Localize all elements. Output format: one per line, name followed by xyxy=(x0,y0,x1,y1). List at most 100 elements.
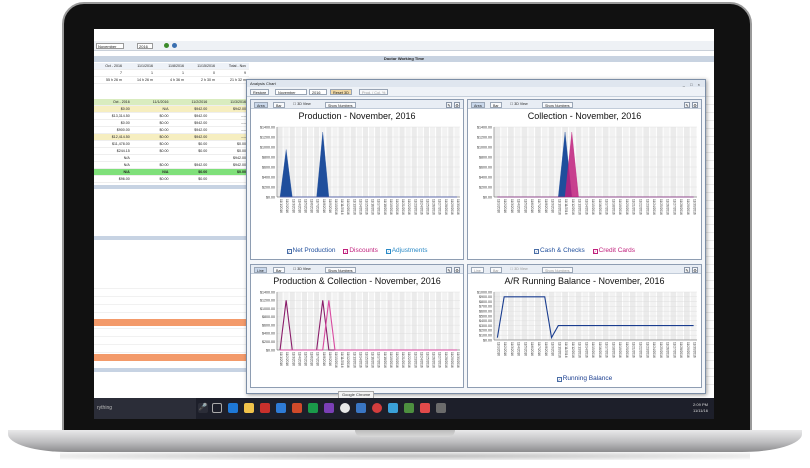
checkbox-icon: ✓ xyxy=(286,249,292,254)
settings-icon[interactable]: ⚙ xyxy=(692,101,698,108)
taskbar-search[interactable]: rything xyxy=(94,398,196,419)
app-icon[interactable] xyxy=(420,403,430,413)
legend-item[interactable]: ✓ Adjustments xyxy=(385,247,427,254)
screen: November 2016 Doctor Working Time Oct - … xyxy=(94,29,714,419)
checkbox-icon: ✓ xyxy=(592,249,598,254)
table-cell: N/A xyxy=(132,106,172,113)
3d-view-checkbox[interactable]: ☐ 3D View xyxy=(293,267,311,272)
y-tick-label: $800.00 xyxy=(262,155,275,159)
x-tick-label: 11/14/2016 xyxy=(584,199,588,215)
year-select[interactable]: 2016 xyxy=(309,89,327,95)
app-icon[interactable] xyxy=(372,403,382,413)
y-tick-label: $400.00 xyxy=(479,319,492,323)
legend-item[interactable]: ✓ Cash & Checks xyxy=(533,247,585,254)
table-row: $900.00 $0.00 $942.00 ---- xyxy=(94,127,249,134)
area-button[interactable]: Area xyxy=(254,101,268,108)
app-icon[interactable] xyxy=(404,403,414,413)
table-cell: ---- xyxy=(210,127,249,134)
microphone-icon[interactable]: 🎤 xyxy=(198,403,208,413)
3d-view-checkbox[interactable]: ☐ 3D View xyxy=(510,267,528,272)
show-numbers-button[interactable]: Show Numbers xyxy=(542,101,573,108)
show-numbers-button[interactable]: Show Numbers xyxy=(542,266,573,273)
bar-button[interactable]: Bar xyxy=(490,266,502,273)
plot-column xyxy=(616,127,623,197)
legend-label: Credit Cards xyxy=(598,247,636,254)
onenote-icon[interactable] xyxy=(324,403,334,413)
plot-column xyxy=(683,127,690,197)
y-tick-label: $1200.00 xyxy=(260,135,275,139)
line-button[interactable]: Line xyxy=(471,266,484,273)
excel-icon[interactable] xyxy=(308,403,318,413)
settings-icon[interactable]: ⚙ xyxy=(454,266,460,273)
powerpoint-icon[interactable] xyxy=(292,403,302,413)
settings-icon[interactable]: ⚙ xyxy=(692,266,698,273)
edit-icon[interactable]: ✎ xyxy=(446,266,452,273)
task-view-icon[interactable] xyxy=(212,403,222,413)
app-icon[interactable] xyxy=(436,403,446,413)
reset-3d-button[interactable]: Reset 3D xyxy=(330,89,352,95)
plot-column xyxy=(602,127,609,197)
3d-view-checkbox[interactable]: ☐ 3D View xyxy=(293,102,311,107)
edge-icon[interactable] xyxy=(228,403,238,413)
background-right-edge xyxy=(706,89,714,389)
legend-item[interactable]: ✓ Running Balance xyxy=(556,375,612,382)
plot-column xyxy=(399,292,405,350)
table-cell: $96.00 xyxy=(94,176,133,183)
checkbox-icon: ✓ xyxy=(533,249,539,254)
y-tick-label: $200.00 xyxy=(479,329,492,333)
table-cell: $942.00 xyxy=(210,162,249,169)
edit-icon[interactable]: ✎ xyxy=(684,266,690,273)
table-cell: 4 h 36 m xyxy=(156,77,187,84)
table-row: $13,314.50 $0.00 $942.00 ---- xyxy=(94,113,249,120)
legend-item[interactable]: ✓ Credit Cards xyxy=(592,247,636,254)
taskbar-clock[interactable]: 2:09 PM 11/11/16 xyxy=(693,402,708,414)
app-icon[interactable] xyxy=(260,403,270,413)
folder-icon[interactable] xyxy=(244,403,254,413)
show-numbers-button[interactable]: Show Numbers xyxy=(325,266,356,273)
x-tick-label: 11/29/2016 xyxy=(450,352,454,368)
line-button[interactable]: Line xyxy=(254,266,267,273)
x-tick-label: 11/9/2016 xyxy=(328,199,332,213)
table-row: Oct - 2016 11/1/2016 11/2/2016 11/3/2016 xyxy=(94,99,249,106)
legend-item[interactable]: ✓ Discounts xyxy=(343,247,378,254)
export-icon[interactable] xyxy=(172,43,177,48)
x-tick-label: 11/3/2016 xyxy=(291,199,295,213)
edit-icon[interactable]: ✎ xyxy=(446,101,452,108)
area-button[interactable]: Area xyxy=(471,101,485,108)
plot-column xyxy=(521,127,528,197)
plot-column xyxy=(405,127,411,197)
restore-button[interactable]: Restore xyxy=(250,89,270,95)
bar-button[interactable]: Bar xyxy=(273,101,285,108)
3d-view-label: 3D View xyxy=(297,267,311,271)
plot-column xyxy=(514,127,521,197)
x-tick-label: 11/4/2016 xyxy=(517,199,521,213)
chrome-icon[interactable] xyxy=(340,403,350,413)
table-cell: Oct - 2016 xyxy=(94,63,125,70)
refresh-icon[interactable] xyxy=(164,43,169,48)
bar-button[interactable]: Bar xyxy=(273,266,285,273)
year-select[interactable]: 2016 xyxy=(137,43,153,49)
x-tick-label: 11/8/2016 xyxy=(544,342,548,356)
section-title: Doctor Working Time xyxy=(94,56,714,62)
x-tick-label: 11/19/2016 xyxy=(618,199,622,215)
edit-icon[interactable]: ✎ xyxy=(684,101,690,108)
app-icon[interactable] xyxy=(356,403,366,413)
plot-column xyxy=(663,127,670,197)
x-tick-label: 11/18/2016 xyxy=(383,352,387,368)
show-numbers-button[interactable]: Show Numbers xyxy=(325,101,356,108)
x-tick-label: 11/16/2016 xyxy=(371,352,375,368)
legend-item[interactable]: ✓ Net Production xyxy=(286,247,336,254)
x-tick-label: 11/4/2016 xyxy=(297,352,301,366)
month-select[interactable]: November xyxy=(96,43,124,49)
3d-view-checkbox[interactable]: ☐ 3D View xyxy=(510,102,528,107)
month-select[interactable]: November xyxy=(275,89,307,95)
prod-col-button[interactable]: Prod. / Col. % xyxy=(359,89,389,95)
laptop-shadow xyxy=(60,452,750,460)
section-divider xyxy=(94,236,249,240)
app-icon[interactable] xyxy=(388,403,398,413)
word-icon[interactable] xyxy=(276,403,286,413)
table-row: N/A $942.00 xyxy=(94,155,249,162)
bar-button[interactable]: Bar xyxy=(490,101,502,108)
x-tick-label: 11/19/2016 xyxy=(389,352,393,368)
settings-icon[interactable]: ⚙ xyxy=(454,101,460,108)
